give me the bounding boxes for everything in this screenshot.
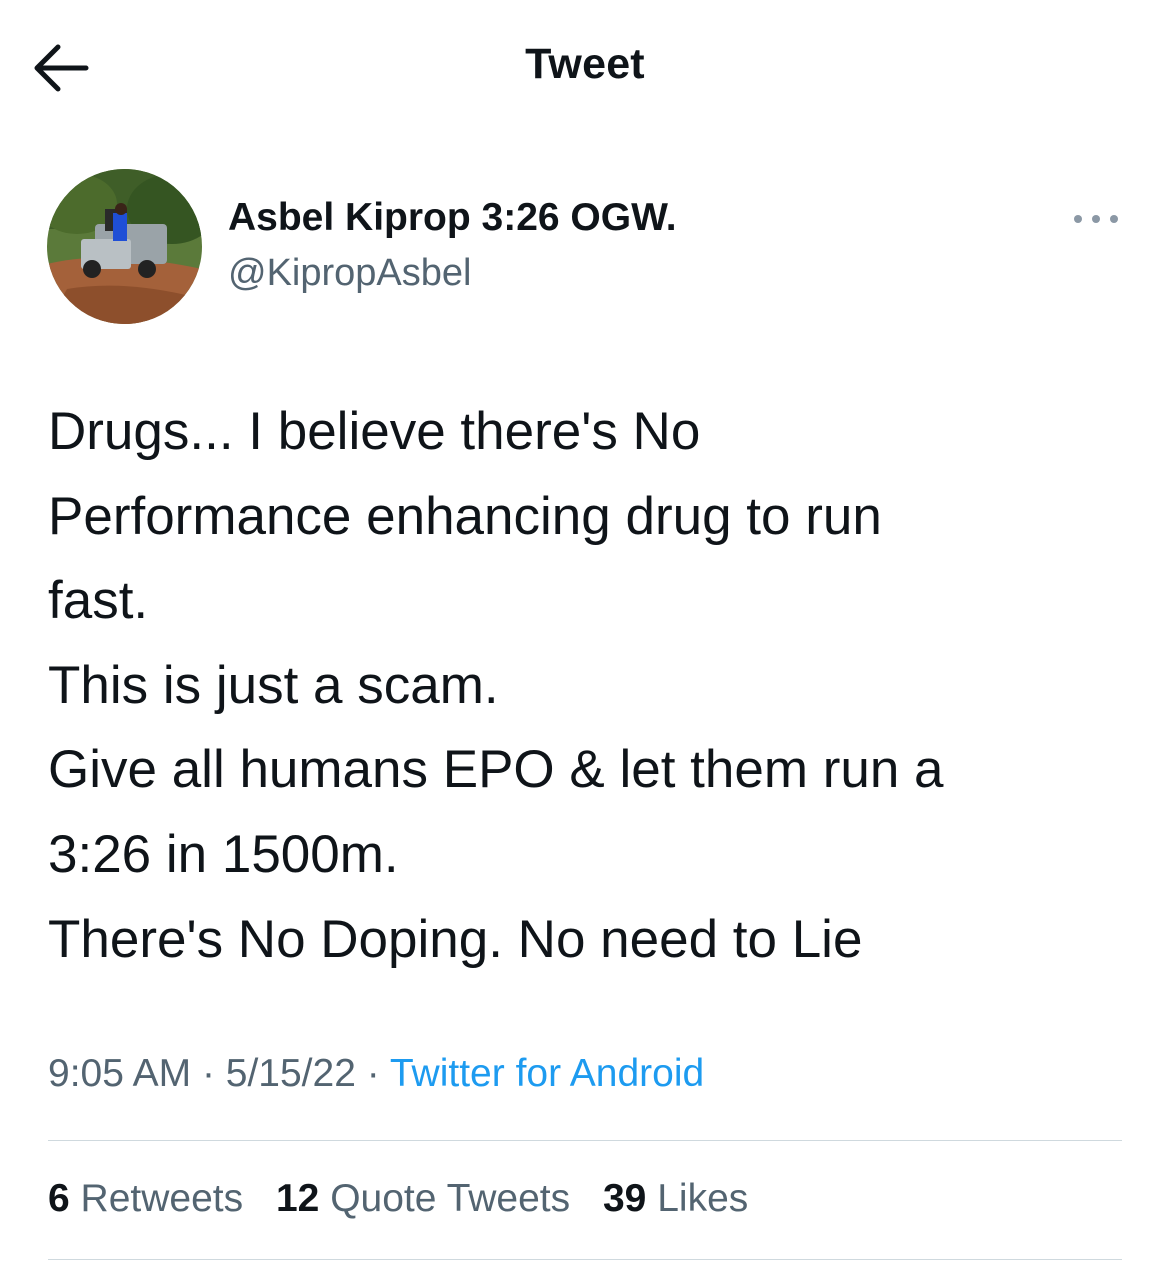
meta-separator: · [201,1052,215,1095]
divider [48,1259,1122,1260]
meta-separator: · [366,1052,380,1095]
tweet-source-link[interactable]: Twitter for Android [390,1052,704,1095]
author-handle[interactable]: @KipropAsbel [228,252,471,295]
tweet-text-line: fast. [48,571,149,631]
tweet-text-line: This is just a scam. [48,655,499,715]
tweet-text-line: 3:26 in 1500m. [48,824,399,884]
tweet-date[interactable]: 5/15/22 [226,1052,356,1095]
avatar[interactable] [47,169,202,324]
likes-label: Likes [657,1177,749,1220]
author-name[interactable]: Asbel Kiprop 3:26 OGW. [228,196,677,240]
tweet-time[interactable]: 9:05 AM [48,1052,191,1095]
more-button[interactable] [1070,205,1122,233]
retweets-stat[interactable]: 6 Retweets [48,1177,243,1220]
likes-count: 39 [602,1177,647,1220]
quote-tweets-stat[interactable]: 12 Quote Tweets [276,1177,570,1220]
quote-tweets-label: Quote Tweets [330,1177,571,1220]
retweets-label: Retweets [80,1177,244,1220]
likes-stat[interactable]: 39 Likes [603,1177,748,1220]
quote-tweets-count: 12 [275,1177,320,1220]
more-dots-icon [1074,215,1118,223]
tweet-text-line: Performance enhancing drug to run [48,486,882,546]
tweet-text-line: Give all humans EPO & let them run a [48,740,944,800]
top-bar: Tweet [0,0,1170,135]
tweet-stats: 6 Retweets 12 Quote Tweets 39 Likes [48,1177,770,1221]
retweets-count: 6 [48,1177,70,1220]
tweet-text-line: Drugs... I believe there's No [48,402,701,461]
tweet-text: Drugs... I believe there's No Performanc… [48,390,1128,982]
divider [48,1140,1122,1141]
tweet-text-line: There's No Doping. No need to Lie [48,909,863,969]
tweet-meta: 9:05 AM · 5/15/22 · Twitter for Android [48,1052,704,1096]
page-title: Tweet [525,40,645,88]
